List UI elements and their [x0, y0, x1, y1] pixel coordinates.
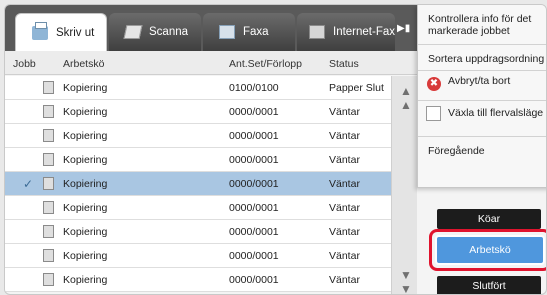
document-icon	[40, 249, 54, 267]
menu-item-check-info[interactable]: Kontrollera info för det markerade jobbe…	[418, 5, 546, 45]
scroll-down-icon[interactable]: ▼ ▼	[400, 268, 412, 294]
job-progress: 0000/0001	[229, 226, 279, 238]
job-name: Kopiering	[63, 106, 108, 118]
job-status: Väntar	[329, 274, 360, 286]
document-icon	[40, 105, 54, 123]
job-status: Papper Slut	[329, 82, 384, 94]
table-row-selected[interactable]: ✓ Kopiering 0000/0001 Väntar	[5, 172, 391, 196]
job-status: Väntar	[329, 178, 360, 190]
job-status: Väntar	[329, 130, 360, 142]
job-status-panel: Skriv ut Scanna Faxa Internet-Fax ▶▮ Job…	[4, 4, 547, 295]
table-row[interactable]: Kopiering 0000/0001 Väntar	[5, 268, 391, 292]
completed-button[interactable]: Slutfört	[437, 276, 541, 294]
tab-label: Skriv ut	[56, 26, 95, 39]
table-row[interactable]: Kopiering 0000/0001 Väntar	[5, 220, 391, 244]
header-queue: Arbetskö	[63, 58, 105, 70]
table-row[interactable]: Kopiering 0000/0001 Väntar	[5, 124, 391, 148]
job-name: Kopiering	[63, 274, 108, 286]
document-icon	[40, 81, 54, 99]
job-queue-button[interactable]: Arbetskö	[435, 235, 545, 265]
internet-fax-icon	[309, 25, 325, 39]
job-progress: 0100/0100	[229, 82, 279, 94]
job-status: Väntar	[329, 154, 360, 166]
job-status: Väntar	[329, 226, 360, 238]
document-icon	[40, 225, 54, 243]
job-progress: 0000/0001	[229, 130, 279, 142]
tab-label: Internet-Fax	[333, 26, 395, 38]
list-scrollbar[interactable]: ▲ ▲ ▼ ▼	[391, 76, 417, 294]
job-name: Kopiering	[63, 250, 108, 262]
job-status: Väntar	[329, 250, 360, 262]
menu-item-multi-select[interactable]: Växla till flervalsläge	[418, 101, 546, 137]
table-row[interactable]: Kopiering 0000/0001 Väntar	[5, 196, 391, 220]
job-name: Kopiering	[63, 202, 108, 214]
job-progress: 0000/0001	[229, 154, 279, 166]
job-progress: 0000/0001	[229, 274, 279, 286]
queue-button[interactable]: Köar	[437, 209, 541, 229]
job-progress: 0000/0001	[229, 202, 279, 214]
job-name: Kopiering	[63, 154, 108, 166]
table-row[interactable]: Kopiering 0100/0100 Papper Slut	[5, 76, 391, 100]
cancel-icon: ✖	[427, 77, 441, 91]
menu-item-sort-order[interactable]: Sortera uppdragsordning	[418, 45, 546, 71]
header-status: Status	[329, 58, 359, 70]
menu-item-previous[interactable]: Föregående	[418, 137, 546, 163]
job-name: Kopiering	[63, 226, 108, 238]
header-job: Jobb	[13, 58, 36, 70]
job-list: Kopiering 0100/0100 Papper Slut Kopierin…	[5, 76, 391, 292]
table-row[interactable]: Kopiering 0000/0001 Väntar	[5, 244, 391, 268]
tab-bar: Skriv ut Scanna Faxa Internet-Fax ▶▮	[5, 5, 417, 51]
job-status: Väntar	[329, 202, 360, 214]
job-status: Väntar	[329, 106, 360, 118]
scanner-icon	[123, 25, 143, 39]
menu-item-label: Sortera uppdragsordning	[428, 53, 545, 65]
job-name: Kopiering	[63, 130, 108, 142]
job-progress: 0000/0001	[229, 250, 279, 262]
menu-item-cancel-delete[interactable]: ✖ Avbryt/ta bort	[418, 71, 546, 101]
menu-item-label: Kontrollera info för det markerade jobbe…	[428, 13, 532, 37]
job-name: Kopiering	[63, 178, 108, 190]
table-row[interactable]: Kopiering 0000/0001 Väntar	[5, 148, 391, 172]
tab-internet-fax[interactable]: Internet-Fax	[297, 13, 395, 51]
checkmark-icon: ✓	[23, 177, 34, 191]
document-icon	[40, 273, 54, 291]
tab-print[interactable]: Skriv ut	[15, 13, 107, 51]
scroll-up-icon[interactable]: ▲ ▲	[400, 84, 412, 112]
printer-icon	[32, 21, 48, 40]
job-progress: 0000/0001	[229, 178, 279, 190]
tab-label: Faxa	[243, 26, 269, 38]
menu-item-label: Avbryt/ta bort	[448, 75, 511, 87]
table-row[interactable]: Kopiering 0000/0001 Väntar	[5, 100, 391, 124]
document-icon	[40, 129, 54, 147]
document-icon	[40, 201, 54, 219]
table-header: Jobb Arbetskö Ant.Set/Förlopp Status	[5, 51, 417, 75]
header-progress: Ant.Set/Förlopp	[229, 58, 302, 70]
tab-label: Scanna	[149, 26, 189, 38]
fax-icon	[219, 25, 235, 39]
job-progress: 0000/0001	[229, 106, 279, 118]
menu-item-label: Växla till flervalsläge	[448, 107, 544, 119]
checkbox-icon[interactable]	[426, 106, 441, 121]
job-name: Kopiering	[63, 82, 108, 94]
menu-item-label: Föregående	[428, 145, 485, 157]
action-menu: Kontrollera info för det markerade jobbe…	[417, 5, 546, 188]
document-icon	[40, 153, 54, 171]
document-icon	[40, 177, 54, 195]
tab-scroll-right-icon[interactable]: ▶▮	[397, 23, 410, 34]
tab-scan[interactable]: Scanna	[109, 13, 201, 51]
tab-fax[interactable]: Faxa	[203, 13, 295, 51]
